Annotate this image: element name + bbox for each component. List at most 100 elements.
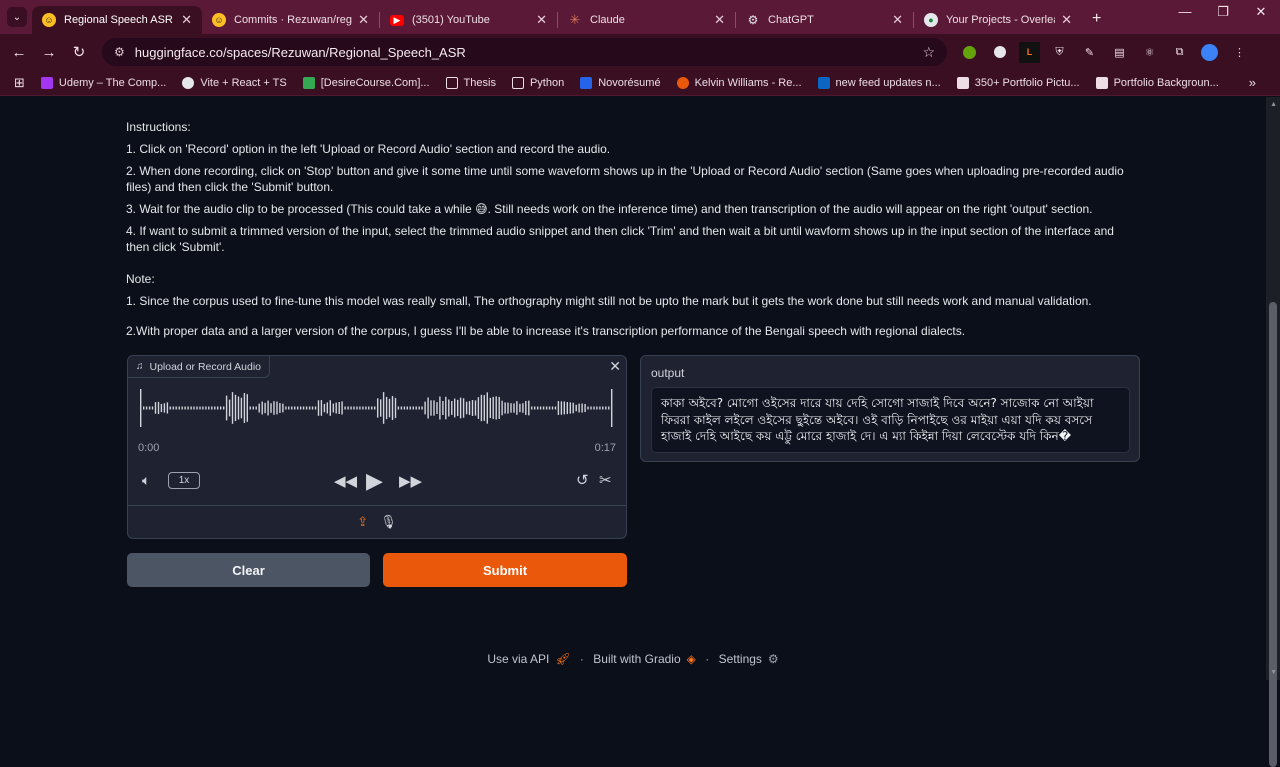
back-icon[interactable]: ← (4, 44, 34, 61)
site-info-icon[interactable]: ⚙ (114, 45, 125, 59)
scissors-icon[interactable]: ✂ (599, 471, 612, 489)
output-textbox[interactable]: কাকা অইবে? মোগো ওইসের দারে যায় দেহি সোগ… (651, 387, 1130, 453)
scroll-down-icon[interactable]: ▼ (1270, 669, 1277, 676)
clear-audio-icon[interactable]: ✕ (609, 358, 621, 375)
tab-overleaf[interactable]: ● Your Projects - Overleaf, O ✕ (914, 6, 1082, 34)
waveform-bar (223, 406, 225, 410)
bookmark-label: Udemy – The Comp... (58, 76, 167, 89)
bookmark-portfolio-pictures[interactable]: 350+ Portfolio Pictu... (956, 76, 1080, 89)
waveform-bar (430, 400, 432, 416)
play-icon[interactable]: ▶ (366, 468, 383, 494)
audio-waveform[interactable] (138, 386, 616, 430)
waveform-bar (545, 406, 548, 410)
profile-avatar-icon[interactable] (1199, 42, 1220, 63)
waveform-bar (406, 406, 408, 410)
waveform-bar (374, 406, 376, 410)
bookmark-vite[interactable]: Vite + React + TS (182, 76, 287, 89)
extension-green-icon[interactable] (959, 42, 980, 63)
bookmark-udemy[interactable]: Udemy – The Comp... (40, 76, 167, 89)
clear-button[interactable]: Clear (127, 553, 370, 587)
shield-icon[interactable]: ⛨ (1049, 42, 1070, 63)
more-bookmarks-icon[interactable]: » (1249, 75, 1256, 90)
bookmark-linkedin[interactable]: new feed updates n... (817, 76, 941, 89)
close-window-icon[interactable]: ✕ (1242, 0, 1280, 28)
waveform-bar (140, 389, 142, 427)
waveform-bar (302, 406, 305, 410)
close-tab-icon[interactable]: ✕ (714, 12, 725, 28)
waveform-bar (412, 406, 414, 410)
bookmark-star-icon[interactable]: ☆ (922, 44, 935, 61)
pen-icon[interactable]: ✎ (1079, 42, 1100, 63)
waveform-bar (602, 406, 604, 410)
forward-icon[interactable]: → (34, 44, 64, 61)
rewind-icon[interactable]: ◀◀ (334, 472, 357, 490)
waveform-bar (234, 394, 237, 422)
waveform-bar (166, 402, 169, 414)
scroll-thumb[interactable] (1269, 302, 1277, 767)
bookmark-novoresume[interactable]: Novorésumé (580, 76, 661, 89)
menu-dots-icon[interactable]: ⋮ (1229, 42, 1250, 63)
bookmark-thesis[interactable]: Thesis (445, 76, 496, 89)
extension-l-icon[interactable]: L (1019, 41, 1040, 63)
settings-link[interactable]: Settings (719, 652, 762, 666)
waveform-bar (288, 406, 290, 410)
page-content: Instructions: 1. Click on 'Record' optio… (0, 97, 1266, 680)
waveform-bar (403, 406, 406, 410)
bookmark-portfolio-background[interactable]: Portfolio Backgroun... (1095, 76, 1219, 89)
waveform-bar (225, 395, 228, 421)
bookmark-label: Portfolio Backgroun... (1113, 76, 1219, 89)
puzzle-icon[interactable]: ⧉ (1169, 42, 1190, 63)
waveform-bar (154, 402, 157, 414)
huggingface-icon: ☺ (42, 13, 56, 27)
submit-button[interactable]: Submit (383, 553, 627, 587)
new-tab-button[interactable]: + (1092, 10, 1101, 28)
close-tab-icon[interactable]: ✕ (536, 12, 547, 28)
close-tab-icon[interactable]: ✕ (181, 12, 192, 28)
output-panel: output কাকা অইবে? মোগো ওইসের দারে যায় দ… (640, 355, 1140, 462)
playback-speed-button[interactable]: 1x (168, 472, 200, 489)
waveform-bar (199, 406, 201, 410)
minimize-icon[interactable]: — (1166, 0, 1204, 28)
upload-icon[interactable]: ⇪ (357, 514, 368, 530)
tab-search-button[interactable]: ⌄ (7, 7, 27, 27)
built-with-gradio-link[interactable]: Built with Gradio (593, 652, 680, 666)
tab-chatgpt[interactable]: ⚙ ChatGPT ✕ (736, 6, 913, 34)
youtube-icon: ▶ (390, 14, 404, 26)
restore-icon[interactable]: ❐ (1204, 0, 1242, 28)
address-bar[interactable]: ⚙ huggingface.co/spaces/Rezuwan/Regional… (102, 38, 947, 66)
notes-icon[interactable]: ▤ (1109, 42, 1130, 63)
bookmark-kelvin[interactable]: Kelvin Williams - Re... (676, 76, 802, 89)
react-icon[interactable]: ⚛ (1139, 42, 1160, 63)
volume-icon[interactable]: 🔈︎ (142, 472, 150, 489)
tab-regional-speech[interactable]: ☺ Regional Speech ASR - a H ✕ (32, 6, 202, 34)
tab-title: Your Projects - Overleaf, O (946, 14, 1055, 26)
fast-forward-icon[interactable]: ▶▶ (399, 472, 422, 490)
bookmark-label: [DesireCourse.Com]... (320, 76, 430, 89)
url-text[interactable]: huggingface.co/spaces/Rezuwan/Regional_S… (135, 45, 923, 60)
overleaf-icon: ● (924, 13, 938, 27)
waveform-bar (143, 406, 145, 410)
reload-icon[interactable]: ↻ (64, 43, 94, 61)
tab-claude[interactable]: ✳ Claude ✕ (558, 6, 735, 34)
waveform-bar (424, 401, 426, 415)
scroll-up-icon[interactable]: ▲ (1270, 101, 1277, 108)
tab-commits[interactable]: ☺ Commits · Rezuwan/regior ✕ (202, 6, 379, 34)
microphone-icon[interactable]: 🎙︎ (380, 514, 397, 530)
apps-grid-icon[interactable]: ⊞ (14, 75, 25, 91)
gear-icon[interactable]: ⚙ (768, 652, 779, 666)
bookmark-python[interactable]: Python (511, 76, 564, 89)
waveform-bar (436, 402, 438, 414)
undo-trim-icon[interactable]: ↺ (576, 471, 589, 489)
waveform-bar (294, 406, 296, 410)
waveform-bar (578, 403, 580, 413)
waveform-bar (528, 400, 530, 416)
use-via-api-link[interactable]: Use via API (487, 652, 549, 666)
waveform-bar (427, 397, 429, 419)
extension-circle-icon[interactable] (989, 42, 1010, 63)
bookmark-desirecourse[interactable]: [DesireCourse.Com]... (302, 76, 430, 89)
close-tab-icon[interactable]: ✕ (1061, 12, 1072, 28)
page-scrollbar[interactable]: ▲ ▼ (1266, 97, 1280, 767)
close-tab-icon[interactable]: ✕ (892, 12, 903, 28)
tab-youtube[interactable]: ▶ (3501) YouTube ✕ (380, 6, 557, 34)
close-tab-icon[interactable]: ✕ (358, 12, 369, 28)
